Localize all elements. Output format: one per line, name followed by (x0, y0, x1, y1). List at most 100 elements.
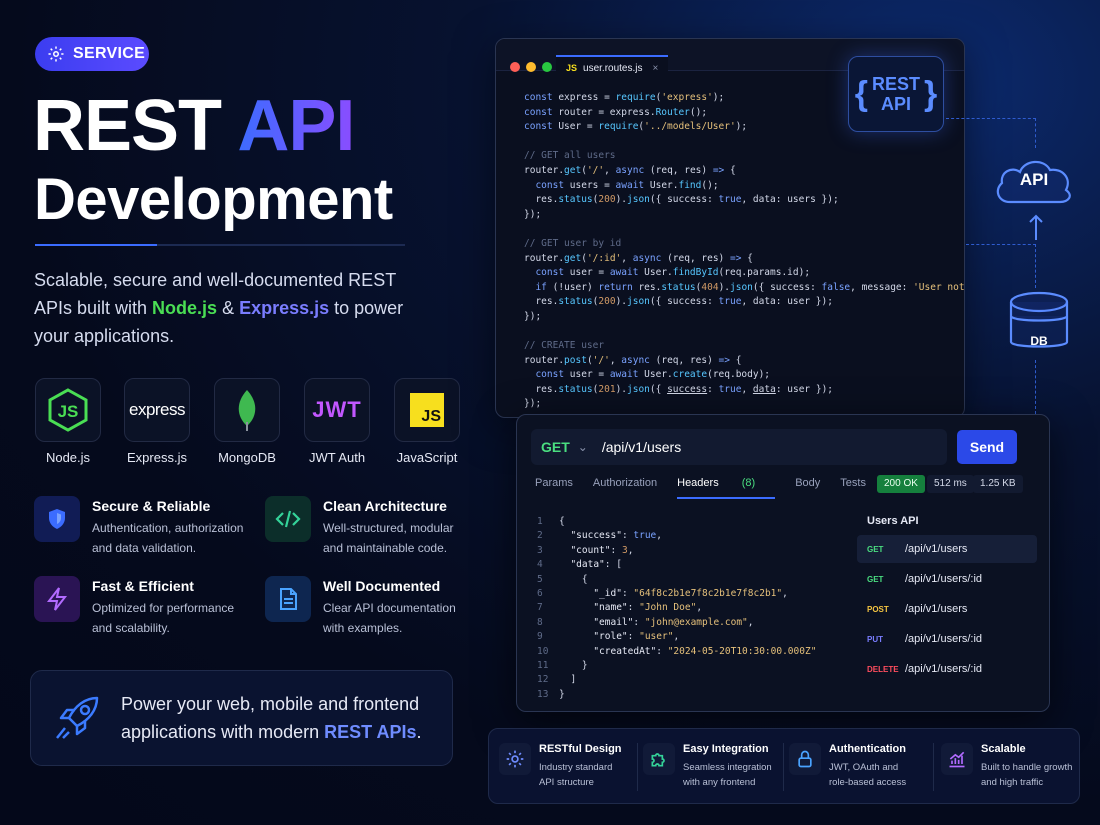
feature-desc: Well-structured, modular (323, 521, 454, 535)
nodejs-icon: JS (35, 378, 101, 442)
js-file-icon: JS (566, 63, 578, 73)
mongodb-icon (214, 378, 280, 442)
express-icon: express (124, 378, 190, 442)
tab-params[interactable]: Params (535, 477, 573, 499)
page-title: REST API (33, 86, 355, 166)
minimize-window-dot[interactable] (526, 62, 536, 72)
power-text: Power your web, mobile and frontend appl… (121, 690, 421, 746)
arrow-up-icon (1029, 214, 1043, 240)
tab-tests[interactable]: Tests (840, 477, 866, 499)
tech-label: Express.js (127, 450, 187, 465)
logo-word-rest: REST (871, 74, 920, 94)
feature-desc: and data validation. (92, 541, 197, 555)
logo-left-brace: { (854, 75, 868, 113)
gear-icon (499, 743, 531, 775)
feature-desc: Optimized for performance (92, 601, 235, 615)
tab-authorization[interactable]: Authorization (593, 477, 657, 499)
code-icon (265, 496, 311, 542)
tab-body[interactable]: Body (795, 477, 820, 499)
shield-icon (34, 496, 80, 542)
endpoints-header: Users API (867, 515, 919, 527)
response-time: 512 ms (927, 475, 974, 493)
strip-title: RESTful Design (539, 743, 622, 755)
close-window-dot[interactable] (510, 62, 520, 72)
power-line2: applications with modern (121, 722, 325, 742)
strip-desc: with any frontend (683, 777, 756, 788)
url-input[interactable]: /api/v1/users (602, 439, 681, 455)
jwt-logo-text: JWT (312, 397, 362, 422)
strip-desc: Seamless integration (683, 762, 772, 773)
express-logo-text: express (128, 400, 186, 419)
title-underline (35, 244, 405, 246)
tab-headers[interactable]: Headers (8) (677, 477, 776, 499)
title-api: API (237, 86, 355, 166)
endpoint-item[interactable]: GET/api/v1/users/:id (857, 565, 1037, 593)
power-line1: Power your web, mobile and frontend (121, 694, 420, 714)
connector-line (946, 118, 1036, 119)
strip-scalable: Scalable Built to handle growth and high t… (941, 743, 1081, 790)
endpoint-path: /api/v1/users (905, 543, 968, 555)
tab-headers-count: (8) (741, 477, 756, 489)
tech-label: JWT Auth (308, 450, 366, 465)
request-bar: GET ⌄ /api/v1/users (531, 429, 947, 465)
connector-line (1035, 118, 1036, 148)
tech-mongodb: MongoDB (213, 378, 281, 465)
strip-desc: API structure (539, 777, 594, 788)
puzzle-icon (643, 743, 675, 775)
strip-desc: and high traffic (981, 777, 1044, 788)
tab-headers-label: Headers (677, 477, 719, 489)
endpoint-method: GET (867, 574, 884, 584)
file-tab[interactable]: JS user.routes.js × (556, 55, 669, 79)
endpoint-method: GET (867, 544, 884, 554)
send-button[interactable]: Send (957, 430, 1017, 464)
close-tab-icon[interactable]: × (653, 63, 659, 74)
feature-clean: Clean Architecture Well-structured, modul… (265, 496, 485, 558)
endpoint-path: /api/v1/users (905, 603, 968, 615)
endpoint-item[interactable]: PUT/api/v1/users/:id (857, 625, 1037, 653)
maximize-window-dot[interactable] (542, 62, 552, 72)
endpoint-item[interactable]: POST/api/v1/users (857, 595, 1037, 623)
cloud-label: API (1019, 170, 1049, 189)
growth-chart-icon (941, 743, 973, 775)
divider (637, 743, 638, 791)
endpoint-path: /api/v1/users/:id (905, 573, 983, 585)
strip-desc: role-based access (829, 777, 907, 788)
tech-label: JavaScript (396, 450, 458, 465)
endpoint-item[interactable]: DELETE/api/v1/users/:id (857, 655, 1037, 683)
tech-jwt: JWT JWT Auth (303, 378, 371, 465)
power-end: . (416, 722, 422, 742)
strip-restful: RESTful Design Industry standard API struc… (499, 743, 639, 790)
power-banner: Power your web, mobile and frontend appl… (30, 670, 453, 766)
chevron-down-icon[interactable]: ⌄ (578, 440, 588, 454)
endpoint-item[interactable]: GET/api/v1/users (857, 535, 1037, 563)
feature-documented: Well Documented Clear API documentation wi… (265, 576, 485, 638)
rocket-icon (56, 696, 99, 739)
strip-desc: Industry standard (539, 762, 613, 773)
power-highlight: REST APIs (324, 722, 417, 742)
feature-desc: with examples. (323, 621, 403, 635)
strip-title: Scalable (981, 743, 1026, 755)
strip-auth: Authentication JWT, OAuth and role-based a… (789, 743, 929, 790)
tech-label: MongoDB (218, 450, 276, 465)
page-subtitle: Development (34, 167, 393, 232)
jwt-icon: JWT (304, 378, 370, 442)
endpoints-sidebar: Users API GET/api/v1/users GET/api/v1/us… (857, 509, 1037, 683)
response-size: 1.25 KB (973, 475, 1023, 493)
feature-title: Secure & Reliable (92, 498, 211, 514)
service-badge: SERVICE (35, 37, 149, 71)
feature-secure: Secure & Reliable Authentication, authori… (34, 496, 254, 558)
rest-api-logo: { REST API } (848, 56, 944, 132)
feature-desc: Authentication, authorization (92, 521, 244, 535)
method-select[interactable]: GET (541, 439, 570, 455)
code-content[interactable]: const express = require('express'); cons… (524, 91, 964, 417)
divider (933, 743, 934, 791)
response-body[interactable]: 1{ 2 "success": true, 3 "count": 3, 4 "d… (537, 515, 816, 702)
feature-strip: RESTful Design Industry standard API struc… (488, 728, 1080, 804)
tech-javascript: JS JavaScript (393, 378, 461, 465)
title-rest: REST (33, 86, 238, 166)
lock-icon (789, 743, 821, 775)
strip-integration: Easy Integration Seamless integration with… (643, 743, 783, 790)
feature-title: Well Documented (323, 578, 441, 594)
gear-icon (48, 46, 64, 62)
feature-title: Fast & Efficient (92, 578, 194, 594)
